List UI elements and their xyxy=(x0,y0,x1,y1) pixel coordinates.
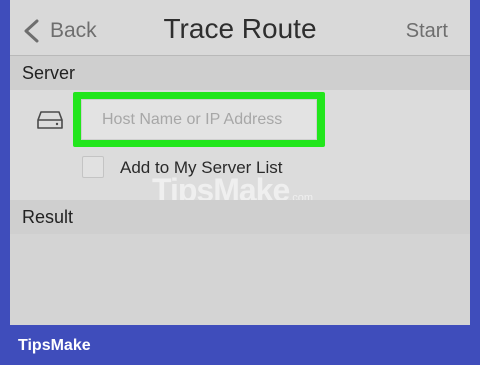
host-input[interactable] xyxy=(81,99,317,140)
server-section-title: Server xyxy=(22,63,76,83)
result-section-title: Result xyxy=(22,207,74,227)
start-button[interactable]: Start xyxy=(406,20,448,43)
host-input-highlight xyxy=(73,92,325,147)
navigation-bar: Back Trace Route Start xyxy=(10,0,470,56)
brand-footer: TipsMake xyxy=(0,325,480,365)
app-screen: Back Trace Route Start Server Add to My … xyxy=(10,0,470,325)
add-to-server-list-checkbox[interactable] xyxy=(82,156,104,178)
hard-drive-icon xyxy=(37,111,63,129)
brand-label: TipsMake xyxy=(18,337,91,354)
result-section-header: Result xyxy=(10,200,470,234)
result-area xyxy=(10,234,470,325)
page-title: Trace Route xyxy=(163,13,317,44)
server-section-header: Server xyxy=(10,56,470,90)
